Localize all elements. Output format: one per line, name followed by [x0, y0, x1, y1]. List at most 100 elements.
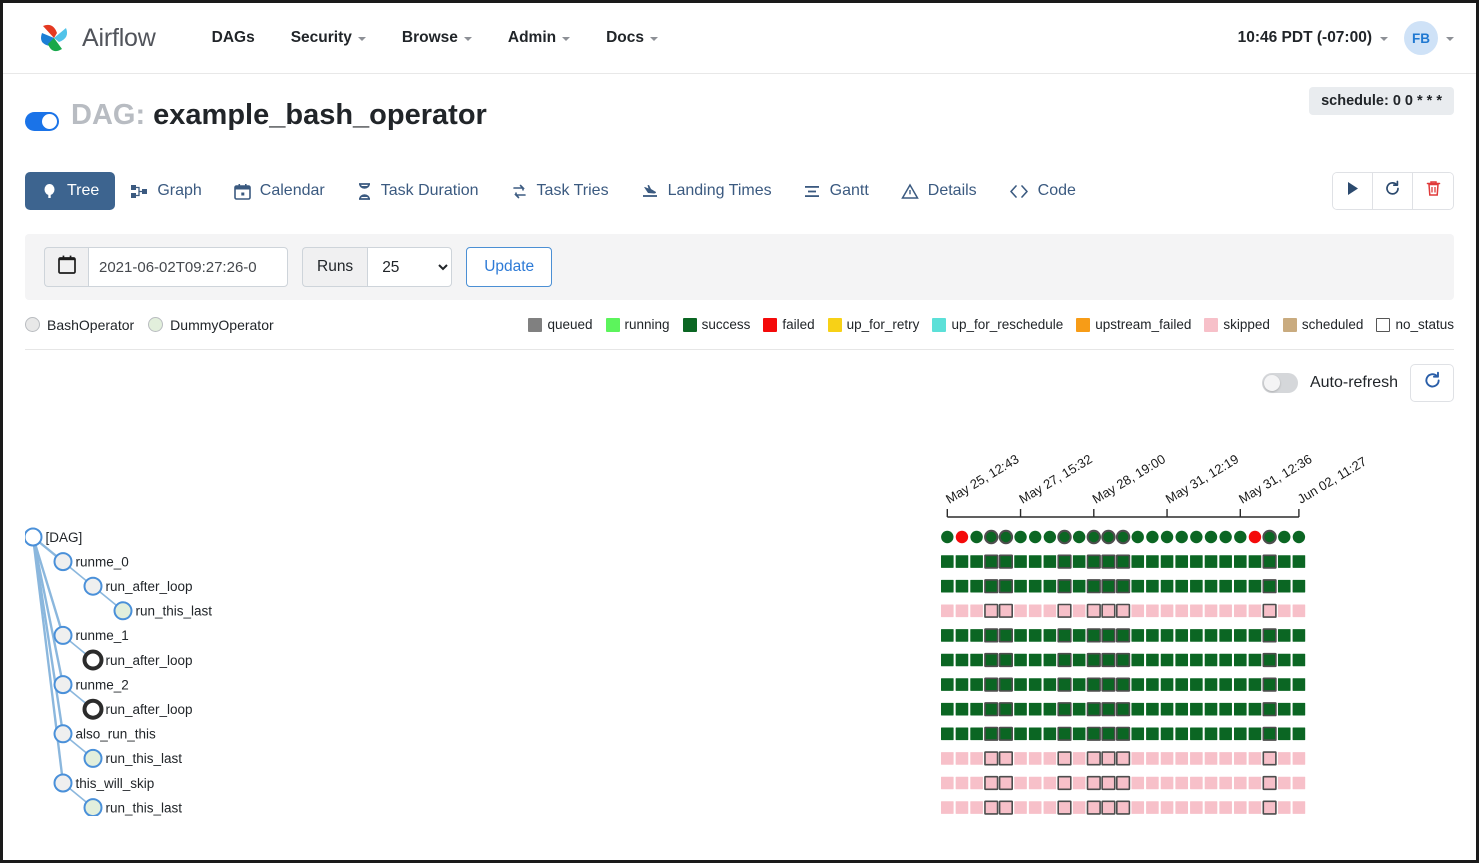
status-cell[interactable] — [956, 703, 969, 716]
status-cell[interactable] — [1131, 555, 1144, 568]
status-cell[interactable] — [941, 801, 954, 814]
status-cell[interactable] — [1073, 629, 1086, 642]
status-cell[interactable] — [1190, 752, 1203, 765]
status-cell[interactable] — [1234, 801, 1247, 814]
status-cell[interactable] — [956, 580, 969, 593]
tab-calendar[interactable]: Calendar — [218, 172, 341, 210]
status-cell[interactable] — [1044, 752, 1057, 765]
status-cell[interactable] — [1263, 752, 1276, 765]
status-cell[interactable] — [1263, 728, 1276, 741]
status-cell[interactable] — [1029, 654, 1042, 667]
status-cell[interactable] — [1219, 629, 1232, 642]
status-cell[interactable] — [1073, 654, 1086, 667]
status-cell[interactable] — [1175, 728, 1188, 741]
status-cell[interactable] — [1073, 752, 1086, 765]
status-cell[interactable] — [1146, 580, 1159, 593]
status-cell[interactable] — [1234, 678, 1247, 691]
status-cell[interactable] — [941, 703, 954, 716]
status-cell[interactable] — [1044, 728, 1057, 741]
status-cell[interactable] — [956, 752, 969, 765]
status-cell[interactable] — [1146, 605, 1159, 618]
status-cell[interactable] — [1117, 752, 1130, 765]
status-cell[interactable] — [985, 752, 998, 765]
status-cell[interactable] — [1058, 777, 1071, 790]
status-cell[interactable] — [1205, 703, 1218, 716]
status-cell[interactable] — [1161, 531, 1173, 543]
status-cell[interactable] — [1175, 654, 1188, 667]
nav-item-security[interactable]: Security — [273, 21, 384, 55]
tree-node[interactable]: run_after_loop — [85, 652, 193, 669]
status-cell[interactable] — [1044, 801, 1057, 814]
status-cell[interactable] — [1146, 654, 1159, 667]
status-cell[interactable] — [1293, 605, 1306, 618]
status-cell[interactable] — [1146, 801, 1159, 814]
status-cell[interactable] — [1249, 801, 1262, 814]
status-cell[interactable] — [1117, 728, 1130, 741]
status-cell[interactable] — [1161, 629, 1174, 642]
status-cell[interactable] — [1146, 531, 1158, 543]
status-cell[interactable] — [1205, 654, 1218, 667]
status-cell[interactable] — [1219, 777, 1232, 790]
status-cell[interactable] — [1175, 703, 1188, 716]
status-cell[interactable] — [956, 777, 969, 790]
status-cell[interactable] — [985, 777, 998, 790]
tab-code[interactable]: Code — [993, 172, 1092, 210]
status-cell[interactable] — [1249, 654, 1262, 667]
status-cell[interactable] — [1058, 531, 1070, 543]
status-cell[interactable] — [1029, 801, 1042, 814]
status-cell[interactable] — [1190, 801, 1203, 814]
status-cell[interactable] — [1102, 801, 1115, 814]
status-cell[interactable] — [941, 654, 954, 667]
delete-dag-button[interactable] — [1413, 173, 1453, 209]
status-cell[interactable] — [970, 605, 983, 618]
status-cell[interactable] — [1088, 752, 1101, 765]
status-cell[interactable] — [1205, 801, 1218, 814]
status-cell[interactable] — [1029, 580, 1042, 593]
status-cell[interactable] — [1293, 728, 1306, 741]
status-cell[interactable] — [970, 678, 983, 691]
calendar-picker-button[interactable] — [44, 247, 88, 287]
status-cell[interactable] — [941, 752, 954, 765]
status-cell[interactable] — [1000, 703, 1013, 716]
status-cell[interactable] — [1000, 777, 1013, 790]
status-cell[interactable] — [1131, 654, 1144, 667]
status-cell[interactable] — [1293, 801, 1306, 814]
status-cell[interactable] — [1161, 555, 1174, 568]
status-cell[interactable] — [1146, 728, 1159, 741]
status-cell[interactable] — [1029, 605, 1042, 618]
status-cell[interactable] — [1131, 801, 1144, 814]
status-cell[interactable] — [1219, 580, 1232, 593]
num-runs-select[interactable]: 25 — [367, 247, 452, 287]
status-cell[interactable] — [1102, 703, 1115, 716]
status-cell[interactable] — [1293, 777, 1306, 790]
status-cell[interactable] — [970, 629, 983, 642]
status-cell[interactable] — [1190, 728, 1203, 741]
status-cell[interactable] — [1014, 703, 1027, 716]
status-cell[interactable] — [1249, 752, 1262, 765]
status-cell[interactable] — [1219, 752, 1232, 765]
status-cell[interactable] — [1029, 555, 1042, 568]
status-cell[interactable] — [1263, 654, 1276, 667]
avatar[interactable]: FB — [1404, 21, 1438, 55]
dag-pause-toggle[interactable] — [25, 112, 59, 131]
status-cell[interactable] — [1073, 605, 1086, 618]
status-cell[interactable] — [1234, 703, 1247, 716]
status-cell[interactable] — [1161, 728, 1174, 741]
status-cell[interactable] — [1205, 580, 1218, 593]
tree-node[interactable]: runme_1 — [55, 627, 129, 644]
status-cell[interactable] — [956, 555, 969, 568]
status-cell[interactable] — [1278, 605, 1291, 618]
status-cell[interactable] — [1263, 605, 1276, 618]
status-cell[interactable] — [1146, 703, 1159, 716]
status-cell[interactable] — [1044, 605, 1057, 618]
status-cell[interactable] — [1263, 801, 1276, 814]
status-cell[interactable] — [1102, 531, 1114, 543]
status-cell[interactable] — [1234, 752, 1247, 765]
status-cell[interactable] — [1176, 531, 1188, 543]
status-cell[interactable] — [1088, 777, 1101, 790]
status-cell[interactable] — [1190, 555, 1203, 568]
status-cell[interactable] — [1146, 629, 1159, 642]
status-cell[interactable] — [1102, 752, 1115, 765]
status-cell[interactable] — [1263, 777, 1276, 790]
status-cell[interactable] — [1131, 678, 1144, 691]
